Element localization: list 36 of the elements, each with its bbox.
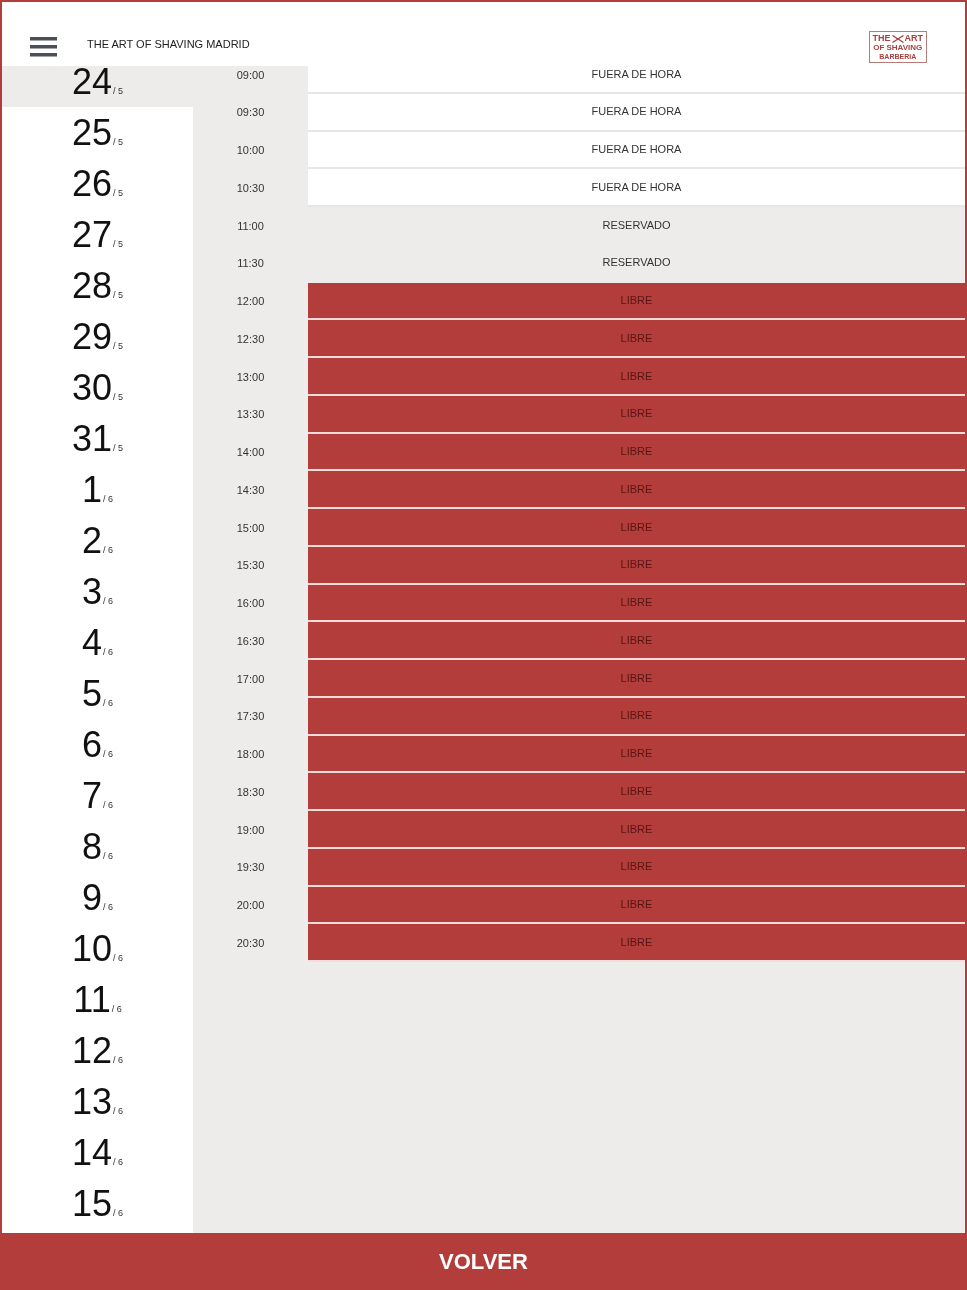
- time-label: 19:00: [236, 822, 265, 838]
- time-label: 16:00: [236, 596, 265, 612]
- logo-text: OF SHAVING: [873, 44, 923, 52]
- logo-text: THE: [872, 34, 891, 43]
- time-label: 11:30: [237, 256, 264, 272]
- time-label: 19:30: [236, 860, 265, 876]
- time-slot: FUERA DE HORA: [308, 66, 965, 94]
- time-label: 10:00: [236, 143, 265, 159]
- time-label: 18:00: [236, 747, 265, 763]
- time-label: 15:30: [236, 558, 265, 574]
- time-label: 17:30: [236, 709, 265, 725]
- cross-icon: [891, 34, 904, 43]
- time-label: 10:30: [236, 180, 265, 196]
- time-label: 14:30: [236, 482, 265, 498]
- time-label: 17:00: [236, 671, 265, 687]
- time-label: 16:30: [236, 633, 265, 649]
- time-label: 20:30: [236, 935, 265, 951]
- time-slot: FUERA DE HORA: [308, 93, 965, 132]
- time-label: 09:00: [236, 67, 265, 83]
- time-slot: FUERA DE HORA: [308, 131, 965, 170]
- app-title: THE ART OF SHAVING MADRID: [87, 36, 250, 52]
- time-label: 14:00: [236, 445, 265, 461]
- time-label: 12:00: [236, 294, 265, 310]
- logo-text: ART: [904, 34, 923, 43]
- time-slot: FUERA DE HORA: [308, 169, 965, 207]
- time-label: 13:30: [236, 407, 265, 423]
- back-button[interactable]: VOLVER: [0, 1233, 967, 1290]
- time-label: 18:30: [236, 784, 265, 800]
- time-label: 20:00: [236, 898, 265, 914]
- time-label: 11:00: [237, 218, 264, 234]
- menu-icon[interactable]: [30, 37, 57, 57]
- time-label: 09:30: [236, 105, 265, 121]
- date-item[interactable]: 24/ 5: [2, 66, 193, 107]
- time-label: 13:00: [236, 369, 265, 385]
- time-label: 15:00: [236, 520, 265, 536]
- time-label: 12:30: [236, 331, 265, 347]
